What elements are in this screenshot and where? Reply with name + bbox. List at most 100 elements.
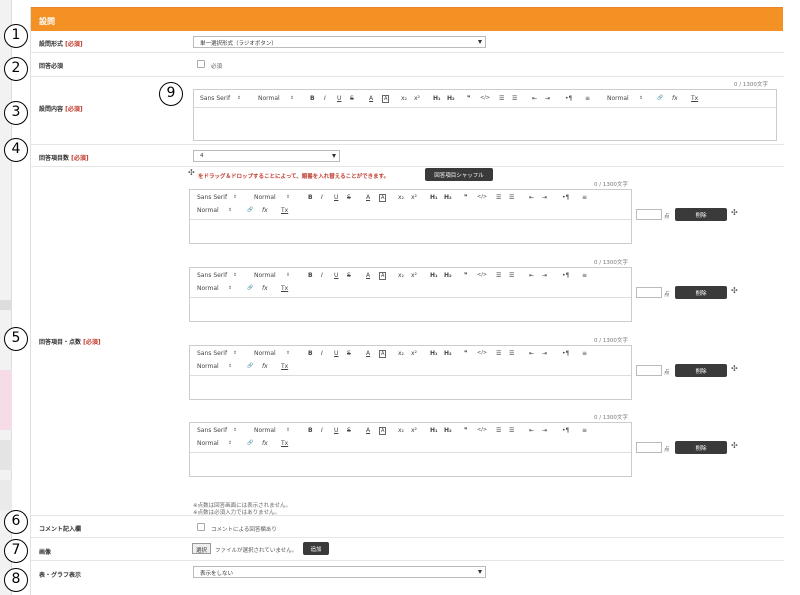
direction-button[interactable]: •¶: [562, 427, 569, 434]
link-icon[interactable]: 🔗: [247, 363, 253, 369]
link-icon[interactable]: 🔗: [657, 95, 663, 101]
superscript-button[interactable]: x²: [411, 194, 417, 201]
points-input[interactable]: [636, 365, 662, 376]
bg-color-button[interactable]: A: [379, 194, 387, 202]
italic-button[interactable]: I: [321, 194, 323, 201]
superscript-button[interactable]: x²: [414, 95, 420, 102]
direction-button[interactable]: •¶: [562, 350, 569, 357]
question-type-select[interactable]: 単一選択形式（ラジオボタン）: [193, 36, 486, 48]
answer-count-select[interactable]: 4: [193, 150, 340, 162]
quote-button[interactable]: ❞: [464, 427, 468, 434]
link-icon[interactable]: 🔗: [247, 285, 253, 291]
code-button[interactable]: </>: [477, 350, 487, 356]
ordered-list-button[interactable]: ☰: [496, 350, 501, 357]
italic-button[interactable]: I: [321, 427, 323, 434]
indent-button[interactable]: ⇥: [542, 272, 547, 279]
drag-handle-icon[interactable]: ✣: [731, 208, 738, 217]
h2-button[interactable]: H₂: [444, 272, 452, 279]
code-button[interactable]: </>: [477, 427, 487, 433]
bold-button[interactable]: B: [308, 272, 313, 279]
bg-color-button[interactable]: A: [379, 427, 387, 435]
italic-button[interactable]: I: [324, 95, 326, 102]
comment-checkbox[interactable]: [197, 523, 205, 531]
indent-button[interactable]: ⇥: [542, 194, 547, 201]
h2-button[interactable]: H₂: [447, 95, 455, 102]
direction-button[interactable]: •¶: [562, 272, 569, 279]
add-image-button[interactable]: 追加: [303, 542, 329, 555]
file-select-button[interactable]: 選択: [192, 543, 212, 554]
font-dropdown[interactable]: Sans Serif: [197, 272, 227, 279]
bullet-list-button[interactable]: ☰: [512, 95, 517, 102]
bold-button[interactable]: B: [308, 427, 313, 434]
outdent-button[interactable]: ⇤: [532, 95, 537, 102]
h2-button[interactable]: H₂: [444, 350, 452, 357]
align-button[interactable]: ≡: [582, 427, 587, 434]
bg-color-button[interactable]: A: [379, 272, 387, 280]
shuffle-answers-button[interactable]: 回答項目シャッフル: [425, 168, 493, 181]
text-color-button[interactable]: A: [369, 95, 373, 102]
delete-answer-button[interactable]: 削除: [675, 208, 727, 221]
quote-button[interactable]: ❞: [467, 95, 471, 102]
ordered-list-button[interactable]: ☰: [499, 95, 504, 102]
font-dropdown[interactable]: Sans Serif: [197, 194, 227, 201]
font-dropdown[interactable]: Sans Serif: [197, 427, 227, 434]
h1-button[interactable]: H₁: [433, 95, 441, 102]
points-input[interactable]: [636, 209, 662, 220]
ordered-list-button[interactable]: ☰: [496, 194, 501, 201]
underline-button[interactable]: U: [334, 427, 338, 434]
link-icon[interactable]: 🔗: [247, 207, 253, 213]
superscript-button[interactable]: x²: [411, 272, 417, 279]
points-input[interactable]: [636, 287, 662, 298]
content-editor[interactable]: Sans Serif ⇕ Normal ⇕ B I U S A A x₂ x² …: [193, 89, 777, 141]
h1-button[interactable]: H₁: [430, 427, 438, 434]
formula-button[interactable]: fx: [672, 95, 678, 102]
outdent-button[interactable]: ⇤: [529, 427, 534, 434]
outdent-button[interactable]: ⇤: [529, 194, 534, 201]
indent-button[interactable]: ⇥: [545, 95, 550, 102]
clear-format-button[interactable]: Tx: [281, 285, 288, 292]
bullet-list-button[interactable]: ☰: [509, 427, 514, 434]
h1-button[interactable]: H₁: [430, 350, 438, 357]
size-dropdown[interactable]: Normal: [258, 95, 280, 102]
delete-answer-button[interactable]: 削除: [675, 364, 727, 377]
formula-button[interactable]: fx: [262, 440, 268, 447]
clear-format-button[interactable]: Tx: [281, 363, 288, 370]
text-color-button[interactable]: A: [366, 194, 370, 201]
header-dropdown[interactable]: Normal: [197, 440, 219, 447]
underline-button[interactable]: U: [334, 272, 338, 279]
outdent-button[interactable]: ⇤: [529, 272, 534, 279]
indent-button[interactable]: ⇥: [542, 427, 547, 434]
align-button[interactable]: ≡: [582, 350, 587, 357]
points-input[interactable]: [636, 442, 662, 453]
header-dropdown[interactable]: Normal: [197, 285, 219, 292]
clear-format-button[interactable]: Tx: [281, 207, 288, 214]
drag-handle-icon[interactable]: ✣: [731, 441, 738, 450]
text-color-button[interactable]: A: [366, 350, 370, 357]
subscript-button[interactable]: x₂: [398, 350, 404, 357]
code-button[interactable]: </>: [480, 95, 490, 101]
subscript-button[interactable]: x₂: [401, 95, 407, 102]
quote-button[interactable]: ❞: [464, 272, 468, 279]
graph-display-select[interactable]: 表示をしない: [193, 566, 486, 578]
bold-button[interactable]: B: [310, 95, 315, 102]
indent-button[interactable]: ⇥: [542, 350, 547, 357]
direction-button[interactable]: •¶: [565, 95, 572, 102]
size-dropdown[interactable]: Normal: [254, 272, 276, 279]
superscript-button[interactable]: x²: [411, 427, 417, 434]
h2-button[interactable]: H₂: [444, 194, 452, 201]
formula-button[interactable]: fx: [262, 363, 268, 370]
drag-handle-icon[interactable]: ✣: [731, 364, 738, 373]
italic-button[interactable]: I: [321, 272, 323, 279]
text-color-button[interactable]: A: [366, 272, 370, 279]
clear-format-button[interactable]: Tx: [691, 95, 698, 102]
answer-editor[interactable]: Sans Serif Normal B I U S A Ax₂ x² H₁ H₂ ❞ </> ☰ ☰ ⇤ ⇥ •¶…: [189, 267, 632, 322]
subscript-button[interactable]: x₂: [398, 194, 404, 201]
header-dropdown[interactable]: Normal: [197, 207, 219, 214]
answer-required-checkbox[interactable]: [197, 60, 205, 68]
align-button[interactable]: ≡: [582, 272, 587, 279]
quote-button[interactable]: ❞: [464, 194, 468, 201]
size-dropdown[interactable]: Normal: [254, 194, 276, 201]
code-button[interactable]: </>: [477, 272, 487, 278]
bullet-list-button[interactable]: ☰: [509, 272, 514, 279]
direction-button[interactable]: •¶: [562, 194, 569, 201]
